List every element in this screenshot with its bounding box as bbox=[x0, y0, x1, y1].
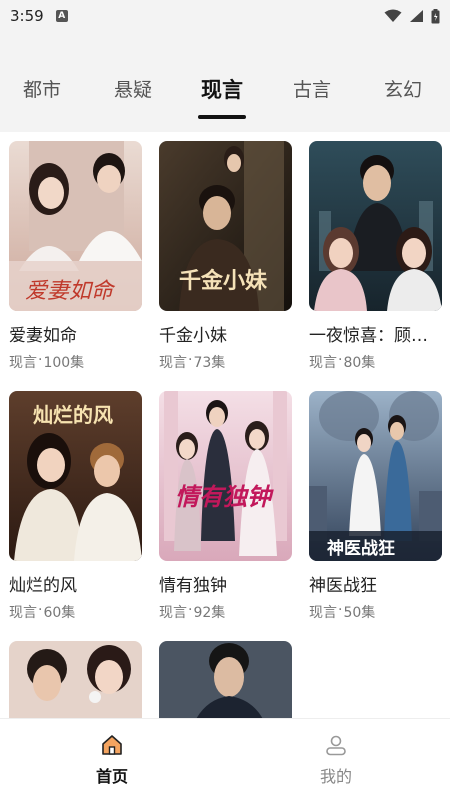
drama-title: 千金小妹 bbox=[159, 326, 227, 346]
drama-card[interactable] bbox=[9, 641, 142, 718]
drama-title: 爱妻如命 bbox=[9, 326, 77, 346]
drama-episodes: 50集 bbox=[343, 605, 376, 621]
drama-poster[interactable]: 情有独钟 bbox=[159, 391, 292, 561]
tab-dushi[interactable]: 都市 bbox=[9, 72, 75, 108]
drama-episodes: 73集 bbox=[193, 355, 226, 371]
drama-poster[interactable]: 爱妻如命 bbox=[9, 141, 142, 311]
drama-genre: 现言 bbox=[9, 355, 37, 371]
tab-guyan[interactable]: 古言 bbox=[279, 72, 345, 108]
nav-profile-label: 我的 bbox=[319, 767, 352, 786]
drama-card[interactable] bbox=[159, 641, 292, 718]
drama-meta: 现言 · 50集 bbox=[309, 602, 442, 622]
drama-card[interactable]: 爱妻如命 爱妻如命 现言 · 100集 bbox=[9, 141, 142, 372]
drama-card[interactable]: 千金小妹 千金小妹 现言 · 73集 bbox=[159, 141, 292, 372]
drama-meta: 现言 · 60集 bbox=[9, 602, 142, 622]
meta-separator: · bbox=[188, 602, 193, 618]
drama-title: 神医战狂 bbox=[309, 576, 377, 596]
drama-meta: 现言 · 92集 bbox=[159, 602, 292, 622]
drama-episodes: 60集 bbox=[43, 605, 76, 621]
nav-home[interactable]: 首页 bbox=[72, 733, 152, 787]
home-icon bbox=[102, 735, 122, 755]
bottom-nav: 首页 我的 bbox=[0, 718, 450, 800]
drama-meta: 现言 · 73集 bbox=[159, 352, 292, 372]
meta-separator: · bbox=[188, 352, 193, 368]
drama-genre: 现言 bbox=[9, 605, 37, 621]
status-time: 3:59 bbox=[10, 7, 44, 25]
drama-poster[interactable]: 千金小妹 bbox=[159, 141, 292, 311]
drama-genre: 现言 bbox=[309, 355, 337, 371]
status-bar: 3:59 A bbox=[0, 0, 450, 32]
tab-xuanyi[interactable]: 悬疑 bbox=[100, 72, 166, 108]
drama-episodes: 92集 bbox=[193, 605, 226, 621]
nav-profile[interactable]: 我的 bbox=[296, 733, 376, 787]
profile-icon bbox=[326, 735, 346, 756]
meta-separator: · bbox=[38, 352, 43, 368]
drama-grid: 爱妻如命 爱妻如命 现言 · 100集 千金小妹 千金小妹 现言 · 73集 一… bbox=[0, 132, 450, 718]
drama-episodes: 100集 bbox=[43, 355, 85, 371]
drama-poster[interactable] bbox=[309, 141, 442, 311]
poster-title: 情有独钟 bbox=[175, 482, 271, 511]
drama-card[interactable]: 神医战狂 神医战狂 现言 · 50集 bbox=[309, 391, 442, 622]
drama-poster[interactable]: 灿烂的风 bbox=[9, 391, 142, 561]
status-icons bbox=[384, 8, 440, 24]
drama-genre: 现言 bbox=[159, 605, 187, 621]
drama-poster[interactable] bbox=[159, 641, 292, 718]
tab-xuanhuan[interactable]: 玄幻 bbox=[370, 72, 436, 108]
signal-icon bbox=[410, 10, 423, 22]
poster-title: 灿烂的风 bbox=[33, 403, 113, 427]
battery-icon bbox=[431, 8, 440, 23]
drama-meta: 现言 · 80集 bbox=[309, 352, 442, 372]
category-tabs: 都市 悬疑 现言 古言 玄幻 bbox=[0, 72, 450, 112]
drama-genre: 现言 bbox=[159, 355, 187, 371]
meta-separator: · bbox=[38, 602, 43, 618]
drama-poster[interactable]: 神医战狂 bbox=[309, 391, 442, 561]
notification-icon: A bbox=[55, 10, 68, 22]
poster-title: 千金小妹 bbox=[179, 268, 268, 294]
poster-title: 爱妻如命 bbox=[25, 279, 114, 304]
drama-card[interactable]: 一夜惊喜：顾… 现言 · 80集 bbox=[309, 141, 442, 372]
drama-title: 一夜惊喜：顾… bbox=[309, 326, 428, 346]
drama-title: 灿烂的风 bbox=[9, 576, 77, 596]
drama-card[interactable]: 灿烂的风 灿烂的风 现言 · 60集 bbox=[9, 391, 142, 622]
drama-genre: 现言 bbox=[309, 605, 337, 621]
poster-title: 神医战狂 bbox=[327, 539, 395, 559]
drama-meta: 现言 · 100集 bbox=[9, 352, 142, 372]
meta-separator: · bbox=[338, 352, 343, 368]
nav-home-label: 首页 bbox=[95, 767, 128, 786]
drama-poster[interactable] bbox=[9, 641, 142, 718]
drama-episodes: 80集 bbox=[343, 355, 376, 371]
drama-card[interactable]: 情有独钟 情有独钟 现言 · 92集 bbox=[159, 391, 292, 622]
drama-title: 情有独钟 bbox=[159, 576, 227, 596]
tab-indicator bbox=[198, 115, 246, 119]
meta-separator: · bbox=[338, 602, 343, 618]
wifi-icon bbox=[384, 9, 402, 22]
tab-xianyan[interactable]: 现言 bbox=[189, 72, 255, 108]
